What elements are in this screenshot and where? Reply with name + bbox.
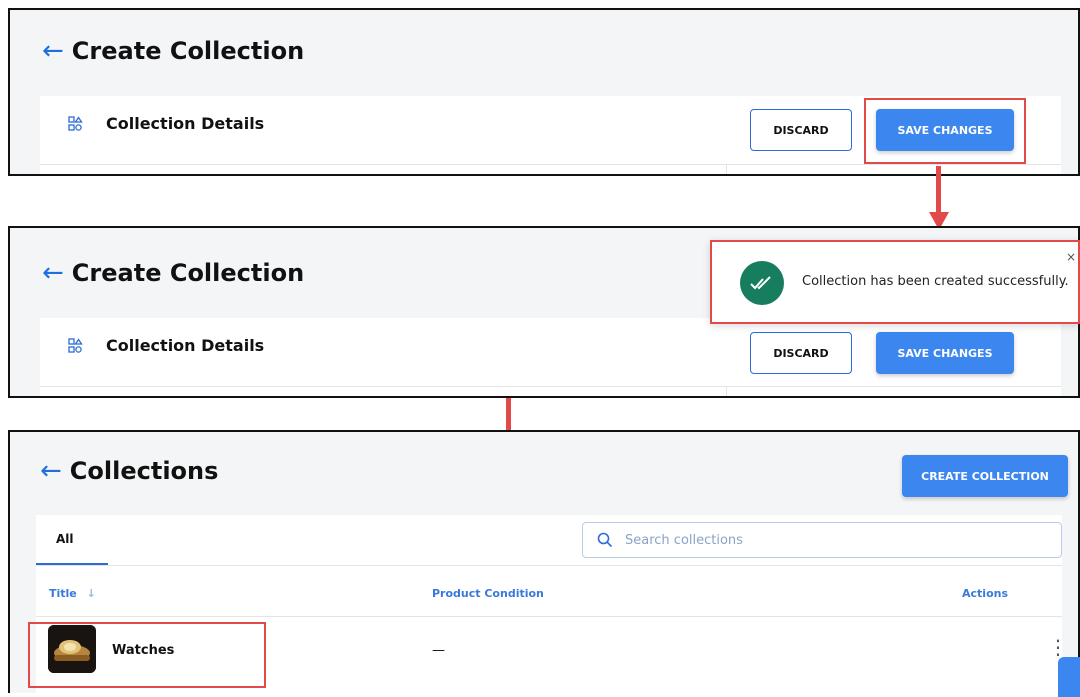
collections-list-panel: ← Collections CREATE COLLECTION All Sear…	[8, 430, 1080, 693]
card-column-divider	[726, 386, 727, 396]
tabs-divider	[36, 565, 1062, 566]
collection-grid-icon	[68, 337, 83, 353]
back-arrow-icon[interactable]: ←	[40, 456, 62, 486]
chat-widget-button[interactable]	[1058, 657, 1080, 697]
page-header: ← Collections	[40, 456, 218, 486]
watches-row-highlight	[28, 622, 266, 688]
tab-all[interactable]: All	[56, 532, 74, 546]
collection-details-header: Collection Details	[68, 114, 264, 133]
collection-grid-icon	[68, 115, 83, 131]
discard-button[interactable]: DISCARD	[750, 332, 852, 374]
save-button-highlight	[864, 98, 1026, 164]
card-divider	[40, 164, 1061, 165]
page-title: Collections	[69, 457, 219, 485]
column-header-product-condition: Product Condition	[432, 587, 544, 600]
sort-down-icon[interactable]: ↓	[87, 587, 96, 600]
search-placeholder: Search collections	[625, 532, 743, 548]
back-arrow-icon[interactable]: ←	[42, 36, 64, 66]
toast-highlight	[710, 240, 1080, 324]
search-icon	[597, 532, 613, 548]
search-input[interactable]: Search collections	[582, 522, 1062, 558]
flow-arrow-down-icon	[929, 166, 949, 230]
collection-details-header: Collection Details	[68, 336, 264, 355]
collection-details-label: Collection Details	[106, 336, 265, 355]
create-collection-panel-before: ← Create Collection Collection Details D…	[8, 8, 1080, 176]
page-title: Create Collection	[71, 37, 305, 65]
page-header: ← Create Collection	[42, 36, 304, 66]
back-arrow-icon[interactable]: ←	[42, 258, 64, 288]
page-title: Create Collection	[71, 259, 305, 287]
card-column-divider	[726, 164, 727, 174]
card-divider	[40, 386, 1061, 387]
discard-button[interactable]: DISCARD	[750, 109, 852, 151]
create-collection-button[interactable]: CREATE COLLECTION	[902, 455, 1068, 497]
collection-details-label: Collection Details	[106, 114, 265, 133]
row-product-condition: —	[432, 643, 445, 658]
column-header-actions: Actions	[962, 587, 1008, 600]
more-vertical-icon[interactable]: ⋮	[1048, 635, 1068, 659]
page-header: ← Create Collection	[42, 258, 304, 288]
column-title-label: Title	[49, 587, 77, 600]
column-header-title[interactable]: Title ↓	[49, 587, 96, 600]
success-toast: Collection has been created successfully…	[710, 240, 1080, 324]
save-changes-button[interactable]: SAVE CHANGES	[876, 332, 1014, 374]
